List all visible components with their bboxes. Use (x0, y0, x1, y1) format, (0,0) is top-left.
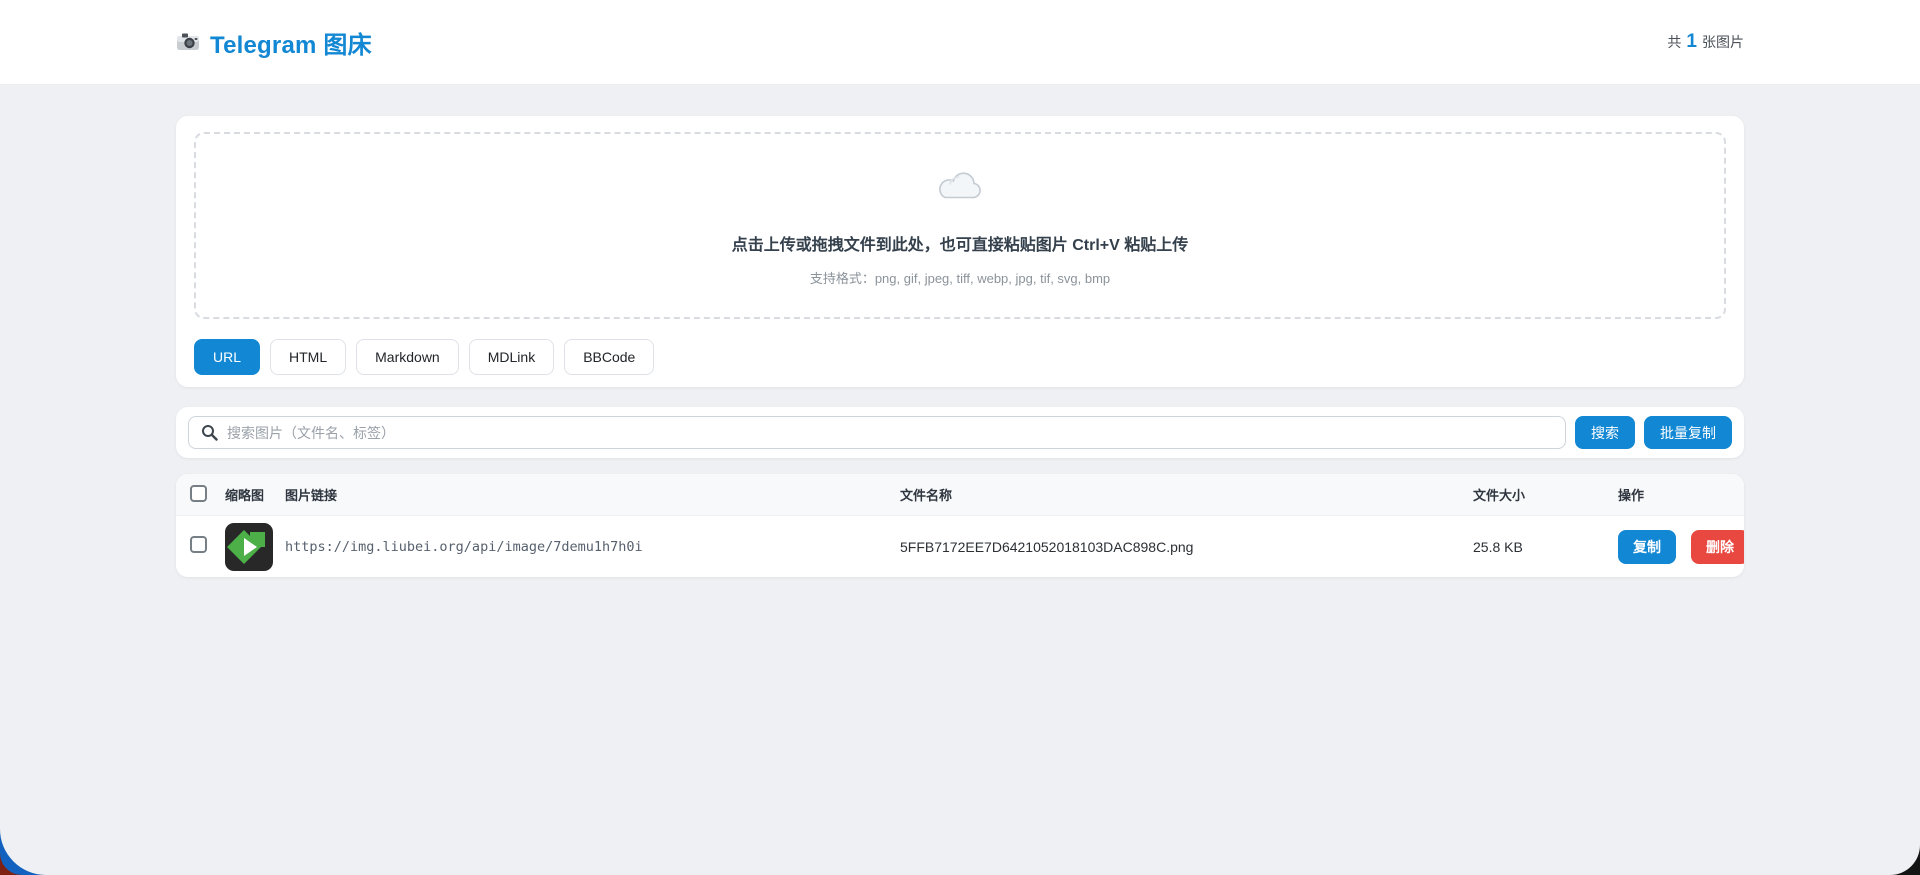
col-header-actions: 操作 (1618, 488, 1645, 503)
upload-hint-text: 点击上传或拖拽文件到此处，也可直接粘贴图片 Ctrl+V 粘贴上传 (731, 237, 1189, 254)
app-header: Telegram 图床 共 1 张图片 (0, 0, 1920, 85)
page-title: Telegram 图床 (210, 31, 372, 59)
page: Telegram 图床 共 1 张图片 点击上传或拖拽文件到此处，也可直接粘贴图… (0, 0, 1920, 875)
copy-button[interactable]: 复制 (1618, 529, 1676, 564)
image-count-value: 1 (1686, 31, 1697, 52)
image-count-suffix: 张图片 (1702, 34, 1744, 50)
file-size: 25.8 KB (1473, 538, 1523, 555)
col-header-filesize: 文件大小 (1473, 488, 1526, 503)
tab-bbcode[interactable]: BBCode (564, 339, 655, 375)
tab-html[interactable]: HTML (270, 339, 347, 375)
bulk-copy-button[interactable]: 批量复制 (1644, 416, 1732, 449)
row-actions: 复制 删除 (1618, 529, 1744, 564)
col-header-filename: 文件名称 (900, 488, 953, 503)
tab-mdlink[interactable]: MDLink (468, 339, 555, 375)
app-logo: Telegram 图床 (176, 25, 372, 60)
image-thumbnail[interactable] (225, 522, 273, 571)
upload-dropzone[interactable]: 点击上传或拖拽文件到此处，也可直接粘贴图片 Ctrl+V 粘贴上传 支持格式：p… (194, 132, 1726, 319)
table-header-row: 缩略图 图片链接 文件名称 文件大小 操作 (176, 474, 1744, 515)
search-field-wrap (188, 416, 1566, 449)
search-button[interactable]: 搜索 (1575, 416, 1635, 449)
play-icon (244, 537, 257, 556)
file-name: 5FFB7172EE7D6421052018103DAC898C.png (900, 538, 1194, 555)
link-format-tabs: URL HTML Markdown MDLink BBCode (194, 339, 1726, 375)
image-url[interactable]: https://img.liubei.org/api/image/7demu1h… (285, 539, 900, 555)
tab-markdown[interactable]: Markdown (356, 339, 459, 375)
search-icon (202, 425, 218, 441)
select-all-checkbox[interactable] (190, 484, 207, 502)
cloud-icon (939, 172, 981, 199)
col-header-thumbnail: 缩略图 (225, 488, 265, 503)
upload-card: 点击上传或拖拽文件到此处，也可直接粘贴图片 Ctrl+V 粘贴上传 支持格式：p… (176, 116, 1744, 387)
image-count: 共 1 张图片 (1667, 31, 1744, 53)
upload-formats-text: 支持格式：png, gif, jpeg, tiff, webp, jpg, ti… (809, 271, 1111, 286)
tab-url[interactable]: URL (194, 339, 261, 375)
search-input[interactable] (188, 416, 1566, 449)
search-card: 搜索 批量复制 (176, 407, 1744, 458)
camera-icon (177, 33, 199, 50)
row-checkbox[interactable] (190, 535, 207, 553)
image-count-prefix: 共 (1667, 34, 1682, 50)
image-table-card: 缩略图 图片链接 文件名称 文件大小 操作 https://img.liubei… (176, 474, 1744, 577)
table-row: https://img.liubei.org/api/image/7demu1h… (176, 515, 1744, 577)
col-header-link: 图片链接 (285, 488, 338, 503)
delete-button[interactable]: 删除 (1691, 529, 1744, 564)
